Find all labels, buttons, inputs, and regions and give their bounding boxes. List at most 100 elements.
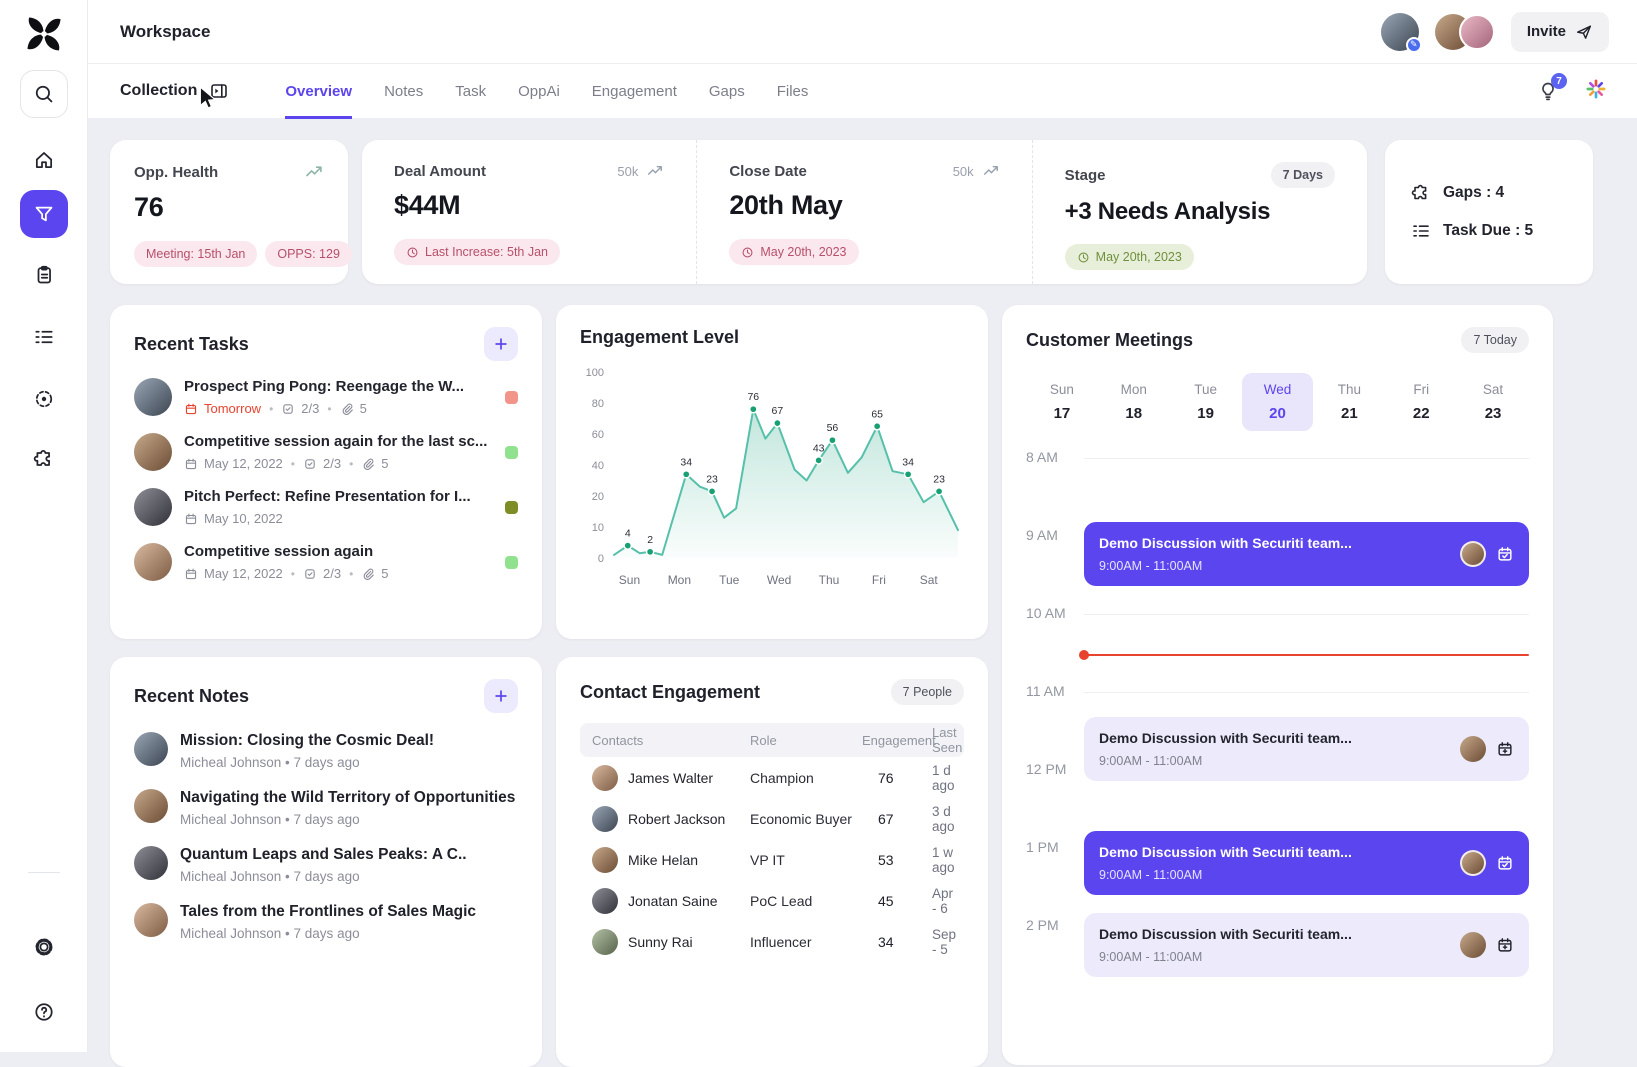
ideas-bulb-icon[interactable]: 7 — [1537, 80, 1559, 102]
day-fri[interactable]: Fri22 — [1385, 373, 1457, 431]
svg-text:4: 4 — [625, 528, 631, 540]
task-due-row[interactable]: Task Due : 5 — [1411, 221, 1567, 241]
task-row[interactable]: Competitive session again May 12, 2022 •… — [134, 543, 518, 581]
time-label: 11 AM — [1026, 683, 1065, 699]
note-row[interactable]: Tales from the Frontlines of Sales Magic… — [134, 903, 518, 941]
contact-row[interactable]: James Walter Champion 76 1 d ago — [580, 757, 964, 798]
task-row[interactable]: Pitch Perfect: Refine Presentation for I… — [134, 488, 518, 526]
settings-gear-icon[interactable] — [20, 923, 68, 971]
tasks-icon[interactable] — [20, 313, 68, 361]
avatar — [134, 789, 168, 823]
notes-icon[interactable] — [20, 251, 68, 299]
svg-text:100: 100 — [586, 367, 604, 379]
contact-engagement-card: Contact Engagement 7 People Contacts Rol… — [556, 657, 988, 1067]
meeting-event[interactable]: Demo Discussion with Securiti team...9:0… — [1084, 831, 1529, 895]
time-label: 2 PM — [1026, 917, 1059, 933]
close-date-value: 20th May — [729, 190, 999, 221]
svg-text:Sat: Sat — [920, 573, 939, 587]
stat-meta-value: 50k — [617, 164, 638, 179]
check-square-icon — [281, 402, 295, 416]
sidebar — [0, 0, 88, 1052]
svg-text:Thu: Thu — [819, 573, 840, 587]
tab-gaps[interactable]: Gaps — [709, 64, 745, 119]
week-selector: Sun17 Mon18 Tue19 Wed20 Thu21 Fri22 Sat2… — [1026, 373, 1529, 431]
meeting-event[interactable]: Demo Discussion with Securiti team...9:0… — [1084, 522, 1529, 586]
panel-toggle-icon — [209, 81, 229, 101]
paperclip-icon — [361, 457, 375, 471]
hour-line — [1084, 614, 1529, 615]
task-row[interactable]: Competitive session again for the last s… — [134, 433, 518, 471]
svg-text:80: 80 — [592, 398, 604, 410]
help-icon[interactable] — [20, 988, 68, 1036]
calendar-icon — [184, 512, 198, 526]
opportunities-filter-icon[interactable] — [20, 190, 68, 238]
svg-text:Tue: Tue — [719, 573, 740, 587]
calendar-add-icon — [1496, 936, 1514, 954]
avatar — [134, 846, 168, 880]
gaps-count: Gaps : 4 — [1443, 184, 1504, 202]
status-dot — [505, 391, 518, 404]
home-icon[interactable] — [20, 136, 68, 184]
stat-title: Stage — [1065, 167, 1106, 184]
edit-badge-icon: ✎ — [1406, 37, 1422, 53]
svg-text:20: 20 — [592, 491, 604, 503]
meeting-event[interactable]: Demo Discussion with Securiti team...9:0… — [1084, 913, 1529, 977]
target-icon[interactable] — [20, 375, 68, 423]
member-avatars[interactable] — [1435, 14, 1495, 50]
check-square-icon — [303, 567, 317, 581]
svg-text:Wed: Wed — [767, 573, 791, 587]
calendar-check-icon — [1496, 854, 1514, 872]
contact-engagement-title: Contact Engagement — [580, 682, 760, 703]
contact-row[interactable]: Robert Jackson Economic Buyer 67 3 d ago — [580, 798, 964, 839]
tab-notes[interactable]: Notes — [384, 64, 423, 119]
clock-icon — [1077, 251, 1090, 264]
avatar — [592, 929, 618, 955]
invite-button[interactable]: Invite — [1511, 12, 1609, 52]
svg-text:2: 2 — [647, 534, 653, 546]
day-wed-selected[interactable]: Wed20 — [1242, 373, 1314, 431]
add-note-button[interactable] — [484, 679, 518, 713]
day-sat[interactable]: Sat23 — [1457, 373, 1529, 431]
paperclip-icon — [361, 567, 375, 581]
note-row: Quantum Leaps and Sales Peaks: A C.. Mic… — [134, 846, 518, 884]
avatar — [592, 765, 618, 791]
add-task-button[interactable] — [484, 327, 518, 361]
avatar — [134, 903, 168, 937]
tab-files[interactable]: Files — [777, 64, 809, 119]
day-tue[interactable]: Tue19 — [1170, 373, 1242, 431]
tab-engagement[interactable]: Engagement — [592, 64, 677, 119]
contact-row[interactable]: Mike Helan VP IT 53 1 w ago — [580, 839, 964, 880]
opp-health-card: Opp. Health 76 Meeting: 15th Jan OPPS: 1… — [110, 140, 348, 284]
tab-overview[interactable]: Overview — [285, 64, 352, 119]
day-mon[interactable]: Mon18 — [1098, 373, 1170, 431]
svg-text:23: 23 — [933, 473, 945, 485]
gaps-count-row[interactable]: Gaps : 4 — [1411, 183, 1567, 203]
recent-notes-card: Recent Notes Mission: Closing the Cosmic… — [110, 657, 542, 1067]
calendar-icon — [184, 402, 198, 416]
meeting-event[interactable]: Demo Discussion with Securiti team...9:0… — [1084, 717, 1529, 781]
engagement-chart: 10080604020100SunMonTueWedThuFriSat42342… — [580, 358, 964, 592]
search-icon[interactable] — [20, 70, 68, 118]
stage-value: +3 Needs Analysis — [1065, 198, 1335, 226]
day-thu[interactable]: Thu21 — [1313, 373, 1385, 431]
clock-icon — [741, 246, 754, 259]
contact-row[interactable]: Jonatan Saine PoC Lead 45 Apr - 6 — [580, 880, 964, 921]
tab-oppai[interactable]: OppAi — [518, 64, 560, 119]
note-row[interactable]: Mission: Closing the Cosmic Deal! Michea… — [134, 732, 518, 770]
apps-color-asterisk-icon[interactable] — [1585, 78, 1607, 105]
puzzle-icon[interactable] — [20, 435, 68, 483]
collection-toggle[interactable]: Collection — [120, 81, 229, 101]
calendar-icon — [184, 457, 198, 471]
calendar-icon — [184, 567, 198, 581]
opps-badge: OPPS: 129 — [265, 241, 352, 267]
deal-amount-stat: Deal Amount 50k $44M Last Increase: 5th … — [362, 140, 696, 284]
task-row[interactable]: Prospect Ping Pong: Reengage the W... To… — [134, 378, 518, 416]
day-sun[interactable]: Sun17 — [1026, 373, 1098, 431]
note-row[interactable]: Navigating the Wild Territory of Opportu… — [134, 789, 518, 827]
contact-row[interactable]: Sunny Rai Influencer 34 Sep - 5 — [580, 921, 964, 962]
invite-label: Invite — [1527, 23, 1566, 40]
tab-task[interactable]: Task — [455, 64, 486, 119]
svg-text:60: 60 — [592, 429, 604, 441]
user-avatar[interactable]: ✎ — [1381, 13, 1419, 51]
avatar — [592, 847, 618, 873]
